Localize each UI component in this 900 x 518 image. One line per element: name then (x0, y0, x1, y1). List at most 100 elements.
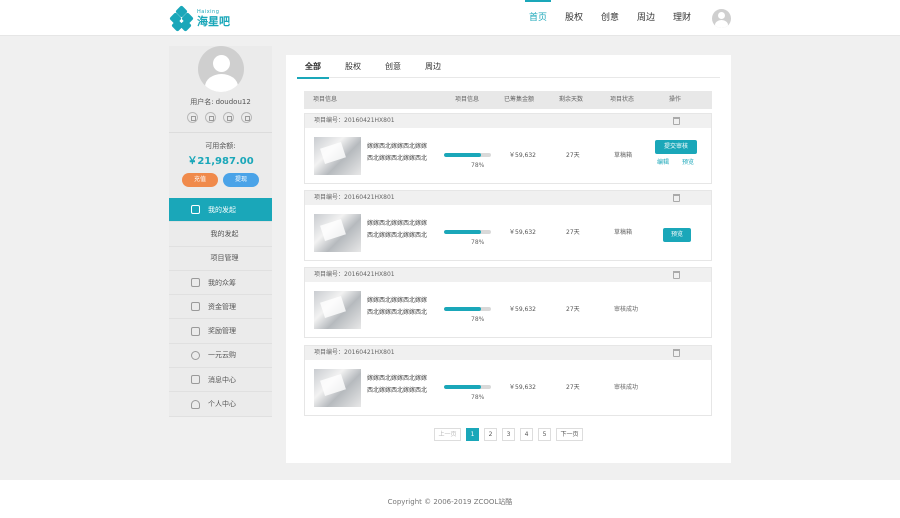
sidebar-item-my-crowdfunding[interactable]: 我的众筹 (169, 270, 272, 296)
project-description[interactable]: 嫁嫁西北嫁嫁西北嫁嫁 西北嫁嫁西北嫁嫁西北 (367, 218, 442, 242)
sidebar-item-label: 项目管理 (210, 254, 239, 263)
project-thumbnail[interactable] (314, 137, 361, 175)
days-left: 27天 (566, 306, 580, 313)
description-line: 嫁嫁西北嫁嫁西北嫁嫁 (367, 297, 428, 304)
raised-amount: ￥59,632 (509, 306, 536, 313)
description-line: 西北嫁嫁西北嫁嫁西北 (367, 387, 428, 394)
project-description[interactable]: 嫁嫁西北嫁嫁西北嫁嫁 西北嫁嫁西北嫁嫁西北 (367, 295, 442, 319)
nav-finance[interactable]: 理财 (664, 0, 700, 36)
description-line: 嫁嫁西北嫁嫁西北嫁嫁 (367, 375, 428, 382)
nav-creative[interactable]: 创意 (592, 0, 628, 36)
edit-link[interactable]: 编辑 (657, 157, 669, 166)
preview-link[interactable]: 预览 (682, 157, 694, 166)
preview-button[interactable]: 预览 (663, 228, 691, 242)
project-code-bar: 项目编号：20160421HX801 (305, 191, 711, 205)
project-row: 项目编号：20160421HX801 嫁嫁西北嫁嫁西北嫁嫁 西北嫁嫁西北嫁嫁西北… (304, 345, 712, 416)
next-page-button[interactable]: 下一页 (556, 428, 583, 441)
sidebar-item-label: 我的众筹 (208, 278, 236, 287)
page-button[interactable]: 2 (484, 428, 497, 441)
sidebar-item-messages[interactable]: 消息中心 (169, 368, 272, 393)
profile-avatar-icon[interactable] (198, 46, 244, 92)
page-button[interactable]: 5 (538, 428, 551, 441)
project-row: 项目编号：20160421HX801 嫁嫁西北嫁嫁西北嫁嫁 西北嫁嫁西北嫁嫁西北… (304, 113, 712, 184)
sidebar-item-label: 消息中心 (208, 375, 236, 384)
logo[interactable]: Haixing 海星吧 (169, 5, 230, 32)
document-icon (191, 278, 200, 288)
project-thumbnail[interactable] (314, 214, 361, 252)
briefcase-icon[interactable] (187, 112, 198, 123)
prev-page-button[interactable]: 上一页 (434, 428, 461, 441)
withdraw-button[interactable]: 提现 (223, 173, 259, 187)
project-description[interactable]: 嫁嫁西北嫁嫁西北嫁嫁 西北嫁嫁西北嫁嫁西北 (367, 141, 442, 165)
sidebar-item-my-launches[interactable]: 我的发起 (169, 198, 272, 223)
copyright-text: Copyright © 2006-2019 ZCOOL站酷 (387, 498, 513, 506)
nav-home[interactable]: 首页 (520, 0, 556, 36)
tab-equity[interactable]: 股权 (337, 55, 369, 78)
sidebar-item-label: 资金管理 (208, 302, 236, 311)
lock-icon[interactable] (241, 112, 252, 123)
column-header: 项目信息 (455, 96, 480, 103)
page-button[interactable]: 4 (520, 428, 533, 441)
trash-icon[interactable] (673, 194, 680, 202)
username-line: 用户名: doudou12 (169, 97, 272, 107)
charge-button[interactable]: 充值 (182, 173, 218, 187)
logo-text-cn: 海星吧 (197, 14, 230, 28)
trash-icon[interactable] (673, 349, 680, 357)
sidebar-item-label: 奖励管理 (208, 327, 236, 336)
progress-percent: 78% (471, 162, 485, 169)
submit-review-button[interactable]: 提交审核 (655, 140, 697, 154)
edit-icon (191, 205, 200, 215)
phone-icon[interactable] (223, 112, 234, 123)
sidebar-item-funds[interactable]: 资金管理 (169, 295, 272, 320)
main-panel: 全部 股权 创意 周边 项目信息 项目信息 已筹集金额 剩余天数 项目状态 操作… (286, 55, 731, 463)
page-button[interactable]: 3 (502, 428, 515, 441)
main-nav: 首页 股权 创意 周边 理财 (520, 0, 700, 36)
sidebar-item-label: 个人中心 (208, 400, 236, 409)
sidebar-subitem-project-management[interactable]: 项目管理 (169, 246, 272, 271)
user-avatar-icon[interactable] (712, 9, 731, 28)
sidebar-item-label: 我的发起 (208, 205, 236, 214)
progress-fill (444, 230, 481, 234)
column-header: 项目信息 (313, 96, 338, 103)
project-code-bar: 项目编号：20160421HX801 (305, 268, 711, 282)
table-header: 项目信息 项目信息 已筹集金额 剩余天数 项目状态 操作 (304, 91, 712, 109)
project-description[interactable]: 嫁嫁西北嫁嫁西北嫁嫁 西北嫁嫁西北嫁嫁西北 (367, 373, 442, 397)
nav-merch[interactable]: 周边 (628, 0, 664, 36)
sidebar-item-label: 一元云购 (208, 351, 236, 360)
column-header: 剩余天数 (559, 96, 584, 103)
raised-amount: ￥59,632 (509, 229, 536, 236)
description-line: 西北嫁嫁西北嫁嫁西北 (367, 155, 428, 162)
project-row: 项目编号：20160421HX801 嫁嫁西北嫁嫁西北嫁嫁 西北嫁嫁西北嫁嫁西北… (304, 267, 712, 338)
progress-fill (444, 307, 481, 311)
project-thumbnail[interactable] (314, 369, 361, 407)
progress-fill (444, 153, 481, 157)
project-thumbnail[interactable] (314, 291, 361, 329)
sidebar-item-profile[interactable]: 个人中心 (169, 392, 272, 417)
status-badge: 草稿箱 (614, 229, 633, 236)
trash-icon[interactable] (673, 271, 680, 279)
balance-label: 可用余额: (205, 142, 236, 150)
progress-bar (444, 385, 491, 389)
logo-star-icon (169, 5, 194, 32)
column-header: 已筹集金额 (504, 96, 535, 103)
tab-merch[interactable]: 周边 (417, 55, 449, 78)
mail-icon (191, 375, 200, 385)
project-code: 项目编号：20160421HX801 (314, 194, 395, 201)
progress-percent: 78% (471, 316, 485, 323)
nav-equity[interactable]: 股权 (556, 0, 592, 36)
description-line: 嫁嫁西北嫁嫁西北嫁嫁 (367, 220, 428, 227)
sidebar-subitem-my-launches[interactable]: 我的发起 (169, 222, 272, 247)
raised-amount: ￥59,632 (509, 384, 536, 391)
trash-icon[interactable] (673, 117, 680, 125)
account-icons (187, 112, 259, 123)
raised-amount: ￥59,632 (509, 152, 536, 159)
tab-all[interactable]: 全部 (297, 55, 329, 79)
tab-creative[interactable]: 创意 (377, 55, 409, 78)
top-bar: Haixing 海星吧 首页 股权 创意 周边 理财 (0, 0, 900, 36)
mail-icon[interactable] (205, 112, 216, 123)
sidebar-item-rewards[interactable]: 奖励管理 (169, 319, 272, 344)
status-badge: 草稿箱 (614, 152, 633, 159)
sidebar-item-label: 我的发起 (210, 229, 239, 238)
page-button[interactable]: 1 (466, 428, 479, 441)
sidebar-item-one-yuan[interactable]: 一元云购 (169, 343, 272, 369)
